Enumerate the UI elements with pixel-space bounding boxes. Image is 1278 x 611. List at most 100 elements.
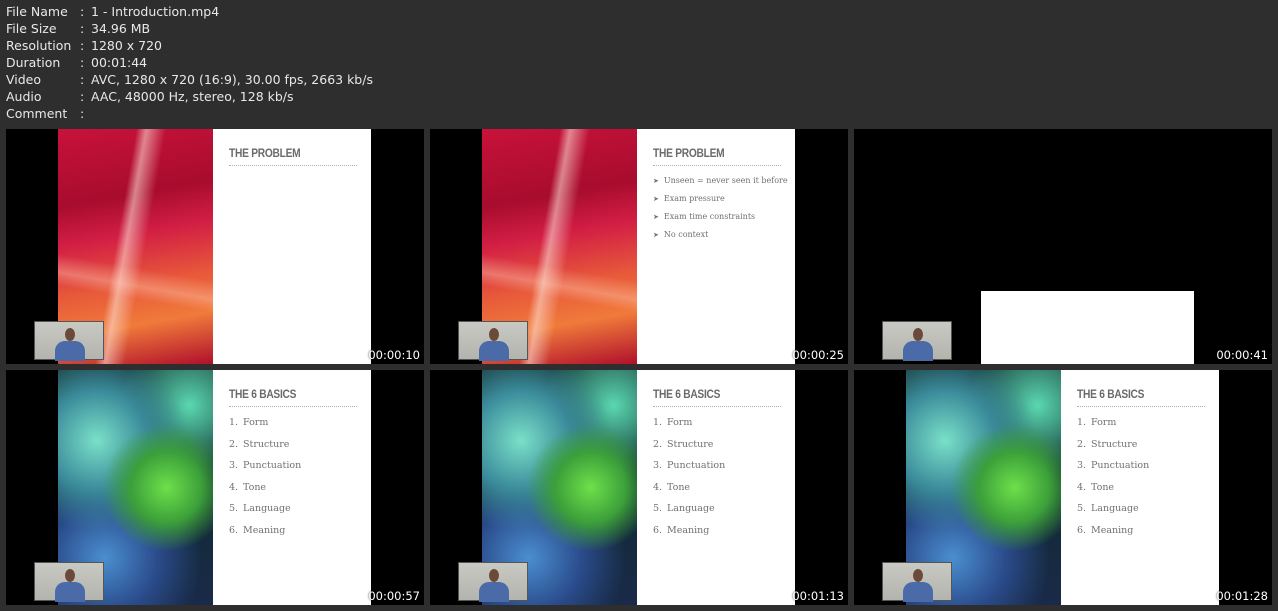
title-divider [653, 406, 781, 407]
item-text: Language [1091, 503, 1139, 515]
slide-numbered-item: 6. Meaning [229, 521, 357, 541]
slide-panel: THE 6 BASICS 1. Form 2. Structure 3. Punctuati… [637, 370, 795, 605]
item-number: 2. [229, 438, 239, 450]
item-text: Structure [1091, 438, 1138, 450]
info-row: Resolution:1280 x 720 [6, 37, 373, 54]
slide-title: THE 6 BASICS [1077, 387, 1145, 401]
slide-bullet: ➤ No context [653, 226, 781, 244]
slide-numbered-item: 5. Language [229, 499, 357, 519]
slide-numbered-item: 4. Tone [229, 478, 357, 498]
item-number: 4. [229, 481, 239, 493]
webcam-overlay [34, 321, 104, 361]
bullet-text: Unseen = never seen it before [663, 176, 788, 185]
info-value: 1280 x 720 [91, 38, 163, 53]
info-key: File Size [6, 21, 57, 36]
slide-panel: THE 6 BASICS 1. Form 2. Structure 3. Punctuati… [1061, 370, 1219, 605]
item-number: 4. [1077, 481, 1087, 493]
timestamp: 00:00:25 [792, 348, 844, 362]
slide-panel: THE 6 BASICS 1. Form 2. Structure 3. Punctuati… [213, 370, 371, 605]
item-number: 5. [1077, 503, 1087, 515]
item-text: Form [667, 417, 693, 428]
item-number: 1. [1077, 417, 1087, 428]
slide-title: THE PROBLEM [653, 146, 725, 160]
timestamp: 00:01:28 [1216, 589, 1268, 603]
item-text: Language [667, 503, 715, 515]
timestamp: 00:00:41 [1216, 348, 1268, 362]
bullet-arrow-icon: ➤ [653, 195, 659, 203]
webcam-overlay [458, 562, 528, 602]
presenter-body [479, 582, 509, 602]
info-row: Video: AVC, 1280 x 720 (16:9), 30.00 fps,… [6, 71, 373, 88]
item-text: Punctuation [667, 460, 726, 472]
item-number: 3. [229, 460, 239, 472]
info-separator: : [80, 55, 85, 70]
item-text: Punctuation [243, 460, 302, 472]
bullet-arrow-icon: ➤ [653, 231, 659, 239]
slide-numbered-item: 6. Meaning [653, 521, 781, 541]
presenter-head [913, 328, 923, 341]
timestamp: 00:00:57 [368, 589, 420, 603]
item-text: Meaning [243, 524, 286, 536]
item-text: Punctuation [1091, 460, 1150, 472]
presenter-head [65, 328, 75, 341]
bullet-text: Exam pressure [663, 194, 725, 203]
slide-numbered-item: 4. Tone [653, 478, 781, 498]
info-value: 34.96 MB [91, 21, 151, 36]
bullet-text: No context [663, 230, 709, 239]
slide-panel: THE PROBLEM ➤ Unseen = never seen it befor… [637, 129, 795, 364]
webcam-overlay [34, 562, 104, 602]
title-divider [1077, 406, 1205, 407]
slide-numbered-item: 2. Structure [229, 435, 357, 455]
item-number: 1. [229, 417, 239, 428]
slide-numbered-item: 3. Punctuation [653, 456, 781, 476]
info-value: AVC, 1280 x 720 (16:9), 30.00 fps, 2663 … [91, 72, 373, 87]
slide-bullet: ➤ Unseen = never seen it before [653, 172, 788, 190]
video-thumbnail[interactable]: THE 6 BASICS 1. Form 2. Structure 3. Punctuati… [6, 370, 424, 605]
info-value: 1 - Introduction.mp4 [91, 4, 220, 19]
info-row: Audio: AAC, 48000 Hz, stereo, 128 kb/s [6, 88, 373, 105]
presenter-body [55, 341, 85, 361]
slide-numbered-item: 6. Meaning [1077, 521, 1205, 541]
item-text: Structure [667, 438, 714, 450]
slide-numbered-item: 3. Punctuation [229, 456, 357, 476]
slide-bullet: ➤ Exam pressure [653, 190, 781, 208]
thumbnail-grid: THE PROBLEM 00:00:10 THE PROBLEM ➤ Unseen = … [6, 129, 1272, 605]
video-thumbnail[interactable]: THE PROBLEM 00:00:10 [6, 129, 424, 364]
presenter-body [479, 341, 509, 361]
item-number: 2. [1077, 438, 1087, 450]
info-value: 00:01:44 [91, 55, 148, 70]
item-text: Form [243, 417, 269, 428]
bullet-arrow-icon: ➤ [653, 213, 659, 221]
info-row: File Size:34.96 MB [6, 20, 373, 37]
webcam-overlay [882, 321, 952, 361]
video-thumbnail[interactable]: THE PROBLEM ➤ Unseen = never seen it befor… [430, 129, 848, 364]
item-number: 3. [1077, 460, 1087, 472]
video-thumbnail[interactable]: 00:00:41 [854, 129, 1272, 364]
info-key: Audio [6, 89, 42, 104]
video-thumbnail[interactable]: THE 6 BASICS 1. Form 2. Structure 3. Punctuati… [854, 370, 1272, 605]
video-thumbnail[interactable]: THE 6 BASICS 1. Form 2. Structure 3. Punctuati… [430, 370, 848, 605]
info-separator: : [80, 38, 85, 53]
info-value: AAC, 48000 Hz, stereo, 128 kb/s [91, 89, 294, 104]
item-number: 1. [653, 417, 663, 428]
slide-numbered-item: 2. Structure [653, 435, 781, 455]
info-key: Video [6, 72, 42, 87]
item-text: Tone [243, 481, 267, 493]
bullet-arrow-icon: ➤ [653, 177, 659, 185]
item-text: Structure [243, 438, 290, 450]
title-divider [653, 165, 781, 166]
presenter-head [913, 569, 923, 582]
slide-numbered-item: 3. Punctuation [1077, 456, 1205, 476]
bullet-text: Exam time constraints [663, 212, 756, 221]
info-key: Comment [6, 106, 68, 121]
info-key: Duration [6, 55, 61, 70]
item-number: 2. [653, 438, 663, 450]
item-number: 4. [653, 481, 663, 493]
item-number: 6. [653, 524, 663, 536]
info-row: File Name:1 - Introduction.mp4 [6, 3, 373, 20]
presenter-body [55, 582, 85, 602]
slide-title: THE 6 BASICS [229, 387, 297, 401]
file-info-panel: File Name:1 - Introduction.mp4 File Size:… [6, 3, 373, 122]
info-key: File Name [6, 4, 68, 19]
webcam-overlay [458, 321, 528, 361]
